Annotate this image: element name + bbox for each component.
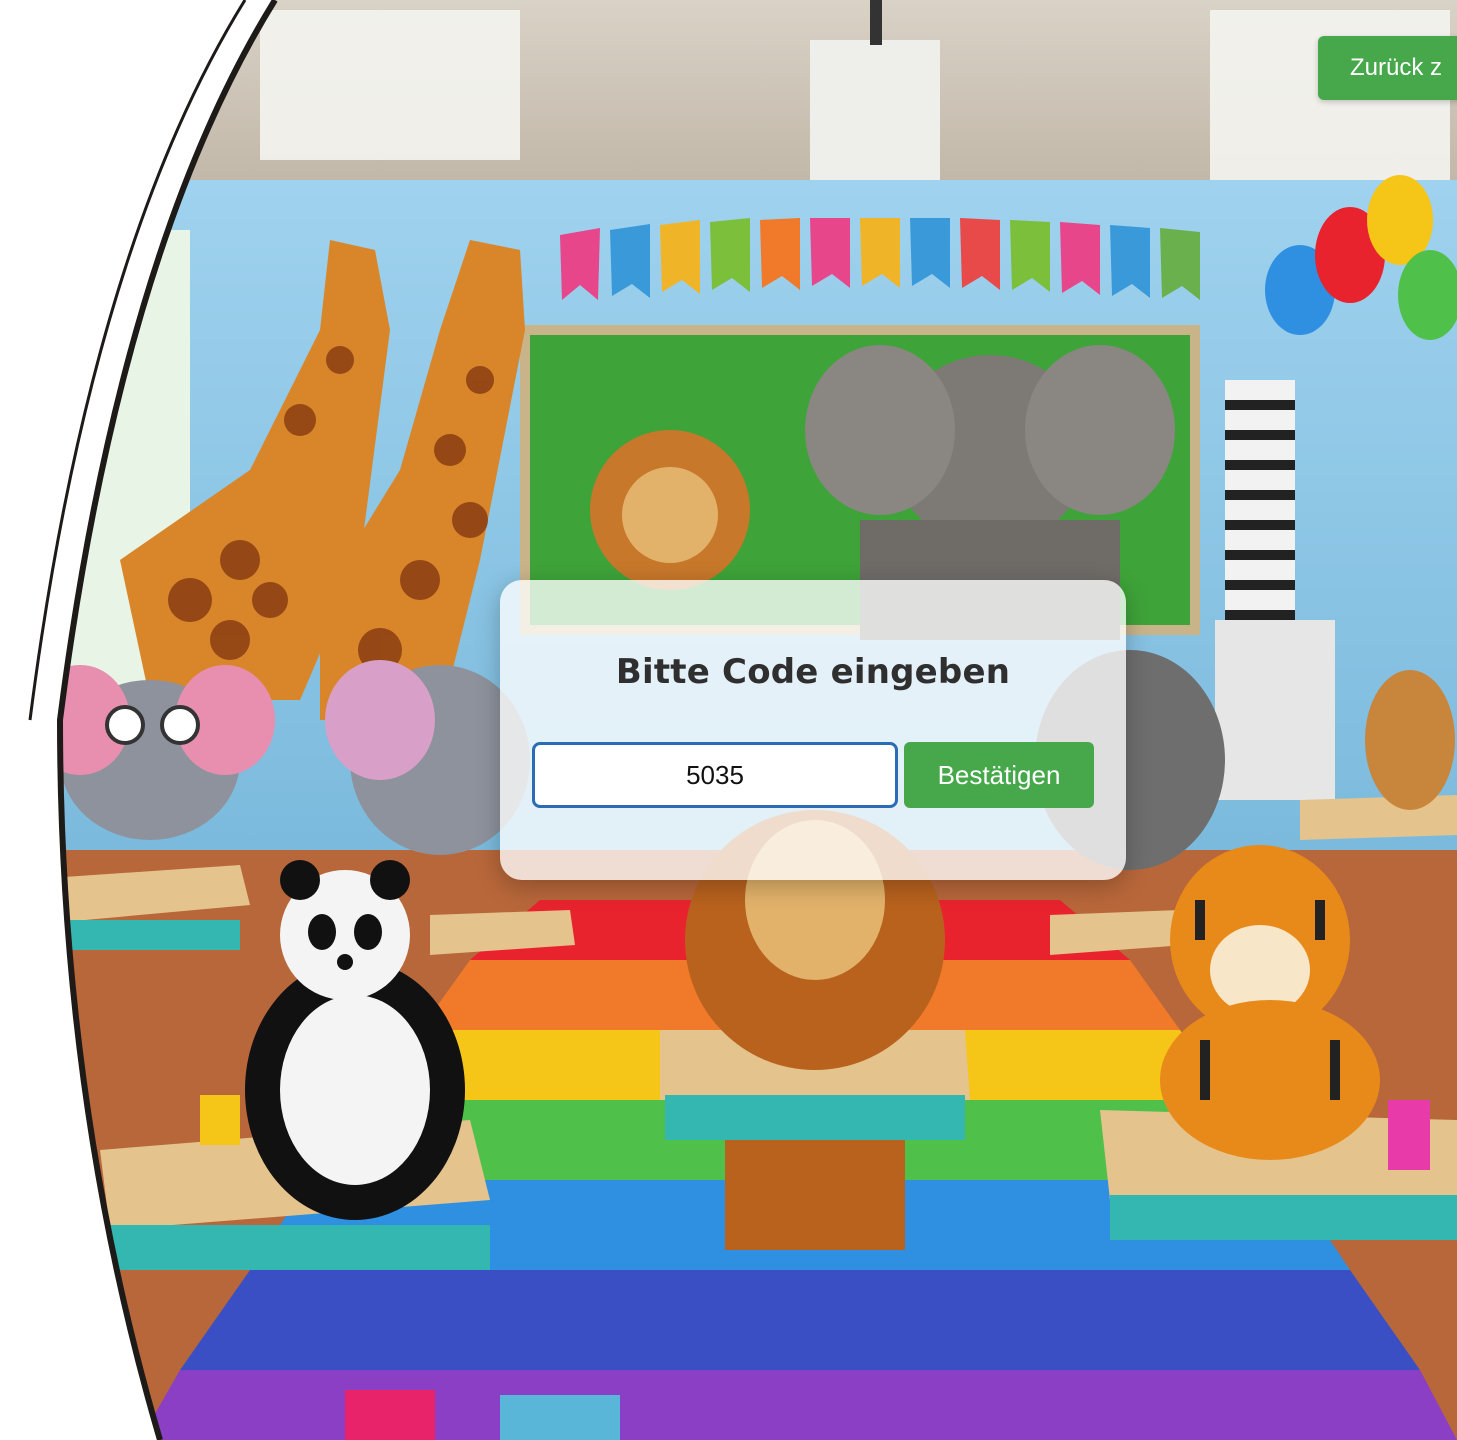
lamp-cord (870, 0, 882, 45)
ceiling-lamp (810, 40, 940, 180)
ceiling-light (260, 10, 520, 160)
code-dialog: Bitte Code eingeben Bestätigen (500, 580, 1126, 880)
cat (1365, 670, 1455, 810)
code-input[interactable] (532, 742, 898, 808)
confirm-button[interactable]: Bestätigen (904, 742, 1094, 808)
dialog-title: Bitte Code eingeben (615, 652, 1011, 692)
lion-back (590, 430, 750, 590)
app-stage: Zurück z Bitte Code eingeben Bestätigen (0, 0, 1457, 1440)
back-button[interactable]: Zurück z (1318, 36, 1457, 100)
